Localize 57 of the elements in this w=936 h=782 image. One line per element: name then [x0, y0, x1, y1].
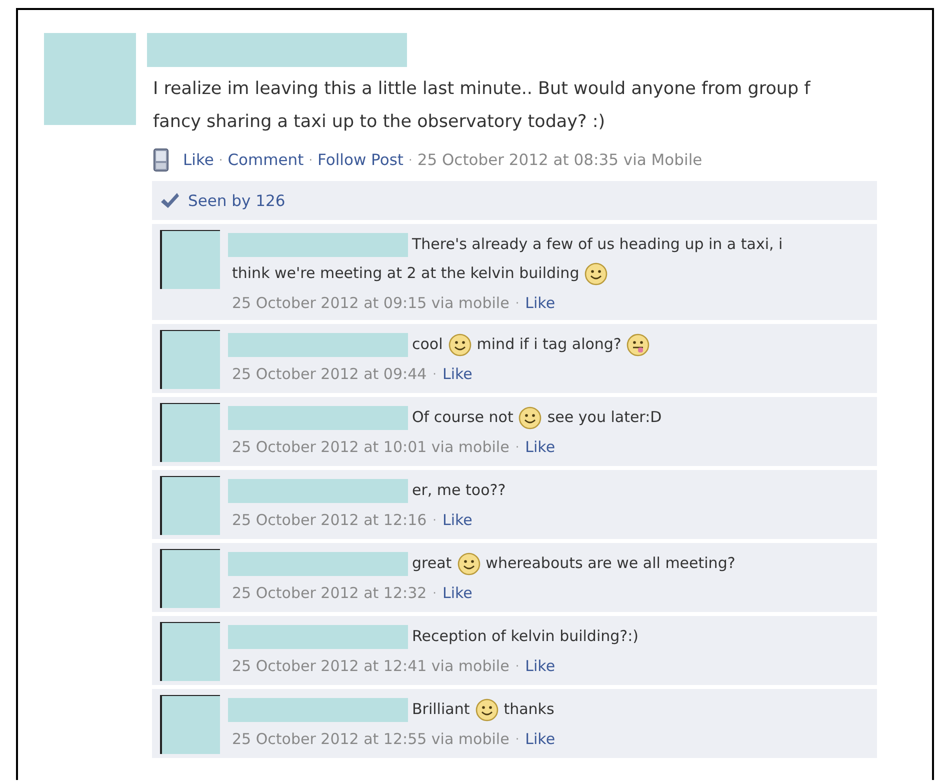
timestamp: 25 October 2012 at 09:44 [232, 365, 427, 383]
comment-text: er, me too?? [412, 481, 506, 499]
timestamp: 25 October 2012 at 12:55 via mobile [232, 730, 510, 748]
tongue-out-icon [626, 332, 650, 357]
timestamp: 25 October 2012 at 12:41 via mobile [232, 657, 510, 675]
timestamp: 25 October 2012 at 12:16 [232, 511, 427, 529]
like-link[interactable]: Like [525, 657, 556, 675]
comment-text: cool [412, 335, 443, 353]
comment-text: There's already a few of us heading up in a taxi, i [412, 235, 783, 253]
redacted-avatar [160, 230, 220, 289]
timestamp: 25 October 2012 at 09:15 via mobile [232, 294, 510, 312]
timestamp: 25 October 2012 at 10:01 via mobile [232, 438, 510, 456]
action-link[interactable]: Follow Post [318, 151, 404, 169]
mobile-phone-icon [152, 148, 170, 172]
seen-by-count[interactable]: Seen by 126 [188, 192, 286, 210]
comment-text: thanks [504, 700, 554, 718]
comment-text: great [412, 554, 452, 572]
separator-dot: · [515, 440, 520, 454]
timestamp: 25 October 2012 at 12:32 [232, 584, 427, 602]
redacted-avatar [160, 403, 220, 462]
like-link[interactable]: Like [525, 294, 556, 312]
redacted-avatar [160, 476, 220, 535]
separator-dot: · [515, 659, 520, 673]
like-link[interactable]: Like [525, 730, 556, 748]
comment-text: Of course not [412, 408, 514, 426]
checkmark-icon [160, 192, 180, 210]
separator-dot: · [432, 367, 436, 381]
comment-text: mind if i tag along? [476, 335, 622, 353]
smiley-icon [474, 698, 499, 722]
comment-text: whereabouts are we all meeting? [486, 554, 736, 572]
timestamp: 25 October 2012 at 08:35 via Mobile [417, 151, 702, 169]
action-link[interactable]: Comment [228, 151, 304, 169]
redacted-avatar [160, 549, 220, 608]
smiley-icon [456, 552, 481, 576]
like-link[interactable]: Like [442, 584, 472, 602]
redacted-avatar [160, 330, 220, 389]
smiley-icon [448, 332, 472, 357]
comment-text: see you later:D [547, 408, 662, 426]
comment-text: Reception of kelvin building?:) [412, 627, 639, 645]
separator-dot: · [432, 586, 436, 600]
smiley-icon [518, 406, 542, 430]
separator-dot: · [308, 153, 313, 167]
like-link[interactable]: Like [442, 511, 472, 529]
like-link[interactable]: Like [525, 438, 556, 456]
separator-dot: · [218, 153, 223, 167]
separator-dot: · [515, 296, 520, 310]
action-link[interactable]: Like [183, 151, 214, 169]
separator-dot: · [408, 153, 412, 167]
redacted-avatar [160, 622, 220, 681]
comment-text: think we're meeting at 2 at the kelvin building [232, 264, 580, 282]
comment-text: Brilliant [412, 700, 470, 718]
separator-dot: · [515, 732, 520, 746]
like-link[interactable]: Like [442, 365, 472, 383]
separator-dot: · [432, 513, 436, 527]
redacted-avatar [160, 695, 220, 754]
post-message: I realize im leaving this a little last minute.. But would anyone from group f fancy sharing a taxi up to the observatory today? :) [153, 78, 812, 134]
smiley-icon [584, 262, 608, 286]
